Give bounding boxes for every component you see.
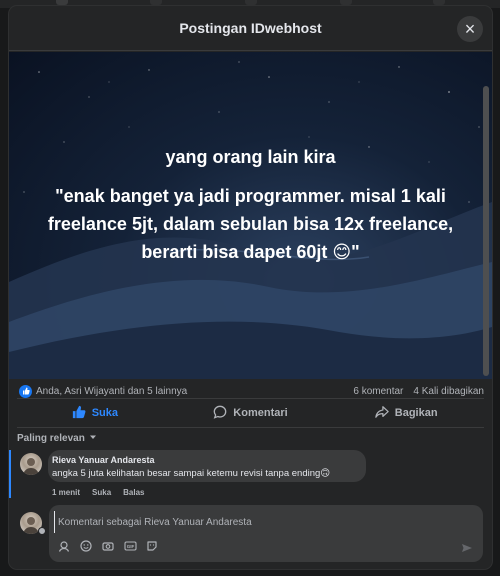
comment-sort-dropdown[interactable]: Paling relevan bbox=[17, 430, 97, 446]
comment-author[interactable]: Rieva Yanuar Andaresta bbox=[52, 455, 362, 465]
nav-tab-gaming[interactable] bbox=[433, 0, 445, 5]
comment-reply-link[interactable]: Balas bbox=[123, 488, 144, 497]
like-reaction-icon bbox=[19, 384, 32, 398]
comment-bubble: Rieva Yanuar Andaresta angka 5 juta keli… bbox=[48, 450, 366, 482]
close-icon: × bbox=[464, 19, 476, 39]
close-button[interactable]: × bbox=[457, 16, 483, 42]
gif-icon[interactable]: GIF bbox=[123, 539, 137, 553]
share-count[interactable]: 4 Kali dibagikan bbox=[413, 386, 484, 397]
comment-count[interactable]: 6 komentar bbox=[353, 386, 403, 397]
nav-tab-watch[interactable] bbox=[150, 0, 162, 5]
post-quote: "enak banget ya jadi programmer. misal 1… bbox=[47, 186, 454, 262]
comment-time[interactable]: 1 menit bbox=[52, 488, 80, 497]
comment-bubble-icon bbox=[213, 405, 227, 422]
composer-toolbar: GIF bbox=[57, 539, 159, 553]
nav-tab-indicator bbox=[56, 0, 68, 5]
comment-input[interactable] bbox=[54, 511, 474, 533]
post-image[interactable]: yang orang lain kira "enak banget ya jad… bbox=[9, 52, 492, 379]
nav-tab-groups[interactable] bbox=[340, 0, 352, 5]
comment-item: Rieva Yanuar Andaresta angka 5 juta keli… bbox=[9, 450, 492, 498]
post-text-overlay: yang orang lain kira "enak banget ya jad… bbox=[9, 52, 492, 379]
comment-button[interactable]: Komentari bbox=[173, 405, 329, 422]
dialog-header: Postingan IDwebhost × bbox=[9, 6, 492, 51]
avatar[interactable] bbox=[20, 453, 42, 475]
share-arrow-icon bbox=[375, 405, 389, 422]
dialog-title: Postingan IDwebhost bbox=[179, 20, 322, 36]
comment-like-link[interactable]: Suka bbox=[92, 488, 111, 497]
comment-meta: 1 menit Suka Balas bbox=[52, 488, 145, 497]
caret-down-icon bbox=[89, 433, 97, 444]
profile-switch-icon[interactable] bbox=[38, 527, 46, 535]
sort-label: Paling relevan bbox=[17, 432, 85, 444]
like-label: Suka bbox=[91, 407, 118, 419]
nav-tab-marketplace[interactable] bbox=[245, 0, 257, 5]
camera-icon[interactable] bbox=[101, 539, 115, 553]
dialog-scrollbar[interactable] bbox=[483, 86, 489, 376]
share-button[interactable]: Bagikan bbox=[328, 405, 484, 422]
comment-text: angka 5 juta kelihatan besar sampai kete… bbox=[52, 468, 331, 479]
thumbs-up-icon bbox=[72, 405, 86, 422]
avatar-sticker-icon[interactable] bbox=[57, 539, 71, 553]
sticker-icon[interactable] bbox=[145, 539, 159, 553]
share-label: Bagikan bbox=[394, 407, 438, 419]
like-button[interactable]: Suka bbox=[17, 405, 173, 422]
reactions-names[interactable]: Anda, Asri Wijayanti dan 5 lainnya bbox=[36, 386, 187, 397]
comment-composer: GIF bbox=[49, 505, 483, 562]
post-actions-bar: Suka Komentari Bagikan bbox=[17, 398, 484, 428]
send-icon[interactable] bbox=[461, 541, 473, 559]
post-dialog: Postingan IDwebhost × yang orang lain ki… bbox=[9, 6, 492, 569]
post-heading: yang orang lain kira bbox=[165, 147, 336, 167]
comment-label: Komentari bbox=[233, 407, 288, 419]
emoji-icon[interactable] bbox=[79, 539, 93, 553]
new-comment-indicator bbox=[9, 450, 11, 498]
svg-text:GIF: GIF bbox=[126, 544, 134, 549]
